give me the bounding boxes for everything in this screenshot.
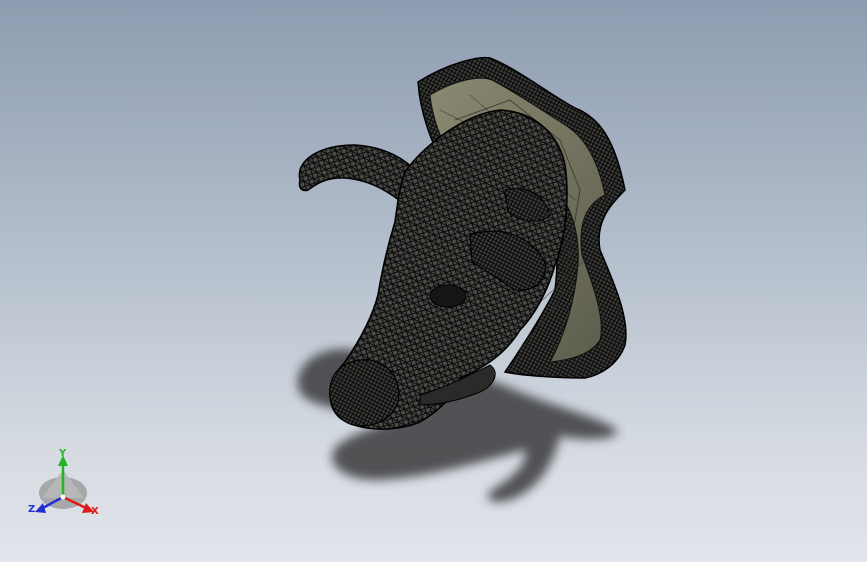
model-view[interactable] [0, 0, 867, 562]
triad-y-label: Y [59, 448, 67, 459]
triad-x-label: X [91, 506, 99, 517]
orientation-triad[interactable] [35, 455, 94, 513]
triad-z-label: Z [28, 504, 36, 515]
graphics-viewport[interactable]: Y X Z [0, 0, 867, 562]
